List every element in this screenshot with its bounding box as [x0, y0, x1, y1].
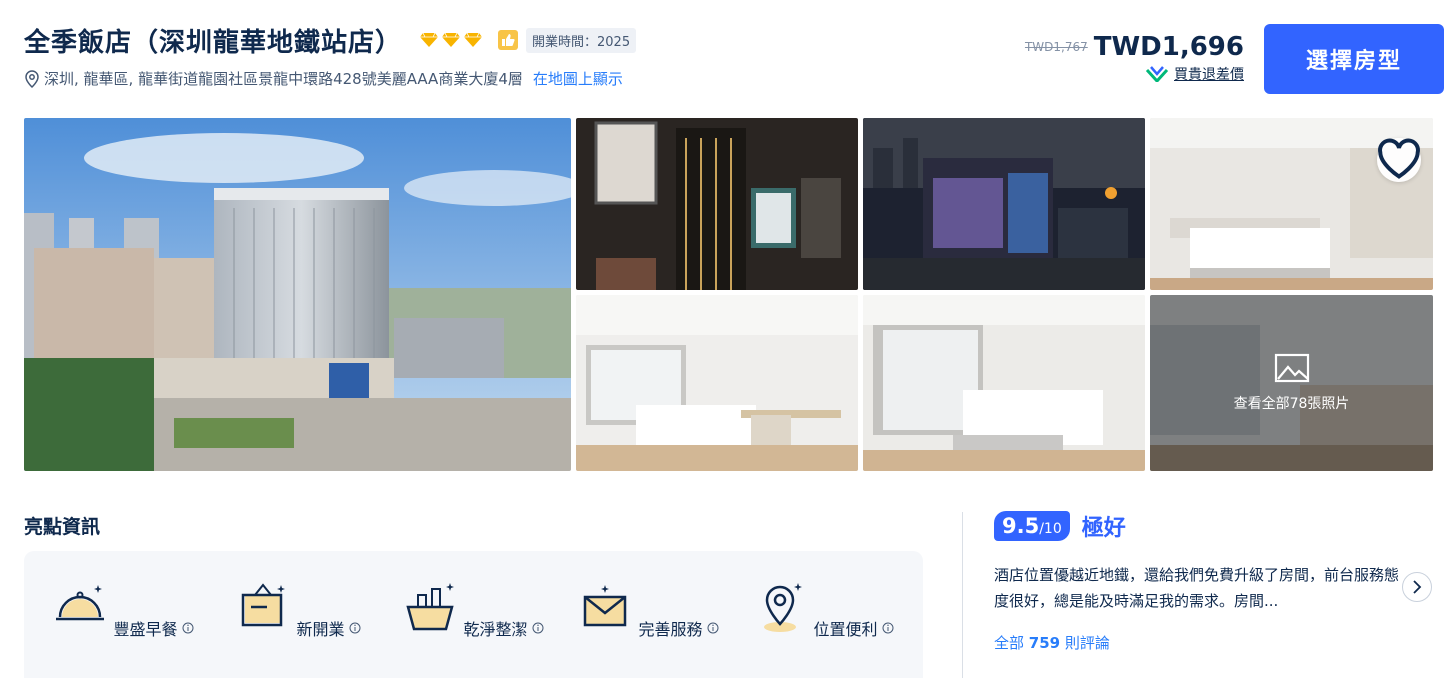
review-summary: 9.5/10 極好 酒店位置優越近地鐵，還給我們免費升級了房間，前台服務態度很好…: [994, 510, 1434, 614]
service-envelope-icon: [584, 585, 627, 627]
highlight-service-label: 完善服務: [638, 620, 703, 639]
address-row: 深圳, 龍華區, 龍華街道龍園社區景龍中環路428號美麗AAA商業大廈4層 在地…: [24, 68, 623, 89]
price-guarantee-label: 買貴退差價: [1174, 67, 1244, 83]
price-box: TWD1,767 TWD1,696 買貴退差價: [1025, 32, 1244, 84]
highlight-breakfast-label: 豐盛早餐: [113, 620, 178, 639]
new-opening-sign-icon: [242, 583, 286, 627]
show-on-map-link[interactable]: 在地圖上顯示: [533, 68, 623, 89]
info-icon: [532, 622, 544, 634]
room-photo-king[interactable]: [1150, 118, 1433, 290]
room-photo-more[interactable]: 查看全部78張照片: [1150, 295, 1433, 471]
open-time-badge: 開業時間：2025: [526, 27, 637, 53]
diamond-icon: [464, 33, 483, 47]
info-icon: [707, 622, 719, 634]
view-all-photos-label: 查看全部78張照片: [1233, 396, 1350, 412]
original-price: TWD1,767: [1024, 40, 1088, 54]
info-icon: [182, 622, 194, 634]
next-review-button[interactable]: [1402, 572, 1432, 602]
info-icon: [882, 622, 894, 634]
room-photo-twin[interactable]: [576, 295, 858, 471]
highlight-clean-label: 乾淨整潔: [463, 620, 528, 639]
heart-icon: [1378, 138, 1420, 179]
thumbs-up-icon: [498, 30, 519, 50]
score-row: 9.5/10 極好: [994, 510, 1434, 542]
favorite-heart-button[interactable]: [1377, 138, 1421, 182]
review-rating-word: 極好: [1081, 516, 1126, 541]
info-icon: [349, 622, 361, 634]
highlight-service[interactable]: 完善服務: [573, 579, 723, 640]
diamond-icon: [420, 33, 439, 47]
hotel-address: 深圳, 龍華區, 龍華街道龍園社區景龍中環路428號美麗AAA商業大廈4層: [44, 70, 523, 88]
section-divider: [962, 512, 963, 678]
current-price: TWD1,696: [1093, 32, 1244, 62]
diamond-icon: [442, 33, 461, 47]
all-reviews-suffix: 則評論: [1064, 634, 1110, 652]
room-photo-double[interactable]: [863, 295, 1145, 471]
price-guarantee[interactable]: 買貴退差價: [1025, 64, 1244, 84]
breakfast-cloche-icon: [56, 585, 105, 621]
review-score: 9.5: [1002, 514, 1040, 538]
highlights-title: 亮點資訊: [24, 516, 101, 538]
hotel-night-photo[interactable]: [863, 118, 1145, 290]
review-score-max: /10: [1039, 521, 1062, 537]
view-all-photos-overlay[interactable]: 查看全部78張照片: [1150, 295, 1433, 471]
highlight-breakfast[interactable]: 豐盛早餐: [48, 579, 198, 640]
image-gallery-icon: [1274, 353, 1309, 383]
select-room-button[interactable]: 選擇房型: [1264, 24, 1444, 94]
highlight-location[interactable]: 位置便利: [748, 579, 898, 640]
highlight-new-opening-label: 新開業: [296, 620, 345, 639]
review-count: 759: [1028, 634, 1061, 652]
chevron-right-icon: [1413, 580, 1422, 594]
highlight-clean[interactable]: 乾淨整潔: [398, 579, 548, 640]
highlights-panel: 豐盛早餐 新開業 乾淨整潔 完善服務 位置便利: [24, 551, 923, 678]
hotel-name: 全季飯店（深圳龍華地鐵站店）: [24, 27, 403, 58]
hotel-header: 全季飯店（深圳龍華地鐵站店） 開業時間：2025 深圳, 龍華區, 龍華街道龍園…: [24, 20, 1444, 100]
title-row: 全季飯店（深圳龍華地鐵站店） 開業時間：2025: [24, 20, 637, 60]
location-pin-icon: [764, 583, 803, 632]
all-reviews-link[interactable]: 全部 759 則評論: [994, 632, 1110, 653]
review-snippet: 酒店位置優越近地鐵，還給我們免費升級了房間，前台服務態度很好，總是能及時滿足我的…: [994, 566, 1400, 610]
location-pin-icon: [25, 69, 39, 88]
highlight-location-label: 位置便利: [813, 620, 878, 639]
cleaning-basket-icon: [406, 583, 455, 631]
all-reviews-prefix: 全部: [994, 634, 1025, 652]
review-score-badge: 9.5/10: [994, 511, 1070, 541]
check-shield-icon: [1146, 66, 1168, 82]
main-hotel-photo[interactable]: [24, 118, 571, 471]
hotel-entrance-photo[interactable]: [576, 118, 858, 290]
highlight-new-opening[interactable]: 新開業: [223, 579, 373, 640]
highlight-decoration: [98, 510, 126, 538]
diamond-rating: [420, 33, 483, 47]
